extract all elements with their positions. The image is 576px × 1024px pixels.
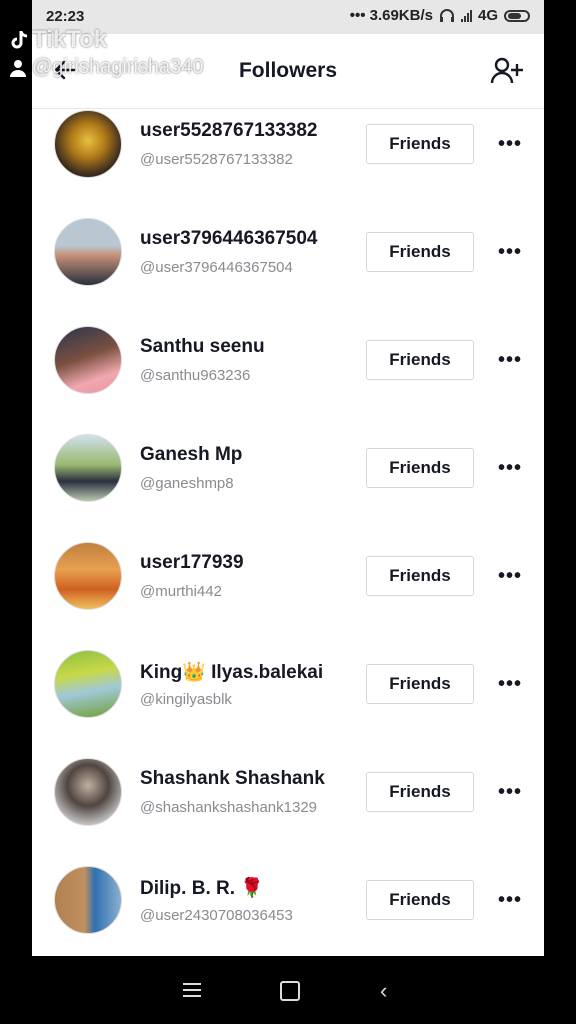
add-friend-button[interactable] [490, 56, 524, 86]
avatar[interactable] [54, 758, 122, 826]
user-icon [10, 59, 26, 77]
follower-name: user177939 [140, 552, 244, 573]
friends-button[interactable]: Friends [366, 880, 474, 920]
friends-button[interactable]: Friends [366, 448, 474, 488]
follower-row[interactable]: Ganesh Mp @ganeshmp8 Friends ••• [32, 432, 544, 540]
followers-list: user5528767133382 @user5528767133382 Fri… [32, 108, 544, 956]
headphones-icon [439, 8, 454, 22]
follower-name: Shashank Shashank [140, 768, 325, 789]
follower-row[interactable]: Shashank Shashank @shashankshashank1329 … [32, 756, 544, 864]
follower-name: Ganesh Mp [140, 444, 243, 465]
more-options-button[interactable]: ••• [494, 458, 526, 478]
avatar[interactable] [54, 434, 122, 502]
avatar[interactable] [54, 326, 122, 394]
follower-row[interactable]: user5528767133382 @user5528767133382 Fri… [32, 108, 544, 216]
avatar[interactable] [54, 650, 122, 718]
friends-button[interactable]: Friends [366, 124, 474, 164]
watermark-username: @girishagirisha340 [32, 56, 204, 78]
battery-icon [504, 9, 530, 22]
avatar[interactable] [54, 542, 122, 610]
follower-name: Dilip. B. R. 🌹 [140, 878, 264, 899]
more-options-button[interactable]: ••• [494, 134, 526, 154]
friends-button[interactable]: Friends [366, 664, 474, 704]
follower-row[interactable]: Dilip. B. R. 🌹 @user2430708036453 Friend… [32, 864, 544, 956]
tiktok-watermark: TikTok @girishagirisha340 [10, 26, 204, 79]
avatar[interactable] [54, 110, 122, 178]
network-type: 4G [477, 7, 498, 24]
friends-button[interactable]: Friends [366, 232, 474, 272]
follower-handle: @user2430708036453 [140, 907, 293, 924]
watermark-user: @girishagirisha340 [10, 56, 204, 79]
watermark-logo: TikTok [10, 26, 204, 54]
friends-button[interactable]: Friends [366, 556, 474, 596]
more-options-button[interactable]: ••• [494, 350, 526, 370]
follower-row[interactable]: King👑 Ilyas.balekai @kingilyasblk Friend… [32, 648, 544, 756]
watermark-brand: TikTok [32, 26, 108, 53]
status-right: ••• 3.69KB/s 4G [350, 7, 530, 24]
home-button[interactable] [280, 981, 300, 1001]
follower-handle: @santhu963236 [140, 367, 251, 384]
follower-handle: @shashankshashank1329 [140, 799, 318, 816]
more-options-button[interactable]: ••• [494, 890, 526, 910]
follower-row[interactable]: Santhu seenu @santhu963236 Friends ••• [32, 324, 544, 432]
follower-row[interactable]: user3796446367504 @user3796446367504 Fri… [32, 216, 544, 324]
more-options-button[interactable]: ••• [494, 242, 526, 262]
follower-row[interactable]: user177939 @murthi442 Friends ••• [32, 540, 544, 648]
follower-handle: @user3796446367504 [140, 259, 293, 276]
app-screen: 22:23 ••• 3.69KB/s 4G Followers user5528… [32, 0, 544, 956]
follower-handle: @murthi442 [140, 583, 222, 600]
more-options-button[interactable]: ••• [494, 566, 526, 586]
follower-name: King👑 Ilyas.balekai [140, 662, 324, 683]
avatar[interactable] [54, 866, 122, 934]
recent-apps-button[interactable] [183, 983, 201, 997]
more-options-button[interactable]: ••• [494, 674, 526, 694]
friends-button[interactable]: Friends [366, 340, 474, 380]
add-friend-icon [490, 57, 523, 84]
signal-icon [460, 9, 472, 22]
more-options-button[interactable]: ••• [494, 782, 526, 802]
follower-handle: @ganeshmp8 [140, 475, 234, 492]
tiktok-logo-icon [11, 31, 28, 49]
network-speed: ••• 3.69KB/s [349, 7, 433, 24]
follower-handle: @user5528767133382 [140, 151, 293, 168]
status-time: 22:23 [46, 8, 85, 25]
friends-button[interactable]: Friends [366, 772, 474, 812]
avatar[interactable] [54, 218, 122, 286]
follower-name: user5528767133382 [140, 120, 318, 141]
follower-handle: @kingilyasblk [140, 691, 232, 708]
follower-name: Santhu seenu [140, 336, 265, 357]
system-back-button[interactable]: ‹ [380, 978, 387, 1004]
follower-name: user3796446367504 [140, 228, 318, 249]
